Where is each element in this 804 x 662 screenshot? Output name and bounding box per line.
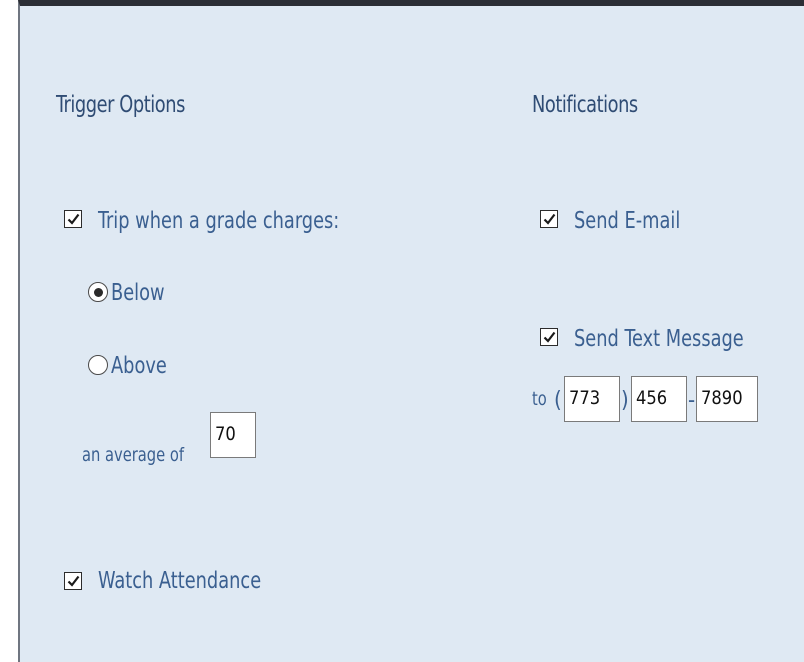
below-radio-label: Below: [111, 280, 165, 306]
watch-attendance-checkbox[interactable]: [64, 572, 82, 590]
send-text-label: Send Text Message: [574, 326, 744, 352]
watch-attendance-label: Watch Attendance: [98, 568, 262, 594]
send-text-checkbox[interactable]: [540, 328, 558, 346]
trip-checkbox[interactable]: [64, 210, 82, 228]
phone-exchange-value: 456: [636, 387, 668, 409]
phone-prefix: to: [532, 388, 547, 410]
send-email-label: Send E-mail: [574, 208, 681, 234]
settings-panel: Trigger Options Trip when a grade charge…: [18, 0, 804, 662]
phone-open-paren: (: [554, 388, 562, 413]
average-input[interactable]: 70: [210, 412, 256, 458]
phone-dash: -: [688, 388, 696, 413]
phone-exchange-input[interactable]: 456: [631, 376, 687, 422]
check-mark-icon: [67, 575, 79, 587]
check-mark-icon: [543, 213, 555, 225]
check-mark-icon: [543, 331, 555, 343]
below-radio[interactable]: [88, 282, 108, 302]
phone-line-input[interactable]: 7890: [696, 376, 758, 422]
check-mark-icon: [67, 213, 79, 225]
send-email-checkbox[interactable]: [540, 210, 558, 228]
above-radio-label: Above: [111, 353, 167, 379]
phone-close-paren: ): [621, 388, 629, 413]
notifications-heading: Notifications: [532, 92, 638, 118]
above-radio[interactable]: [88, 355, 108, 375]
phone-line-value: 7890: [701, 387, 743, 409]
average-label: an average of: [82, 444, 185, 466]
phone-area-code-value: 773: [569, 387, 601, 409]
average-input-value: 70: [215, 423, 236, 445]
trigger-options-heading: Trigger Options: [56, 92, 185, 118]
trip-checkbox-label: Trip when a grade charges:: [98, 208, 340, 234]
phone-area-code-input[interactable]: 773: [564, 376, 620, 422]
radio-selected-dot: [93, 287, 103, 297]
